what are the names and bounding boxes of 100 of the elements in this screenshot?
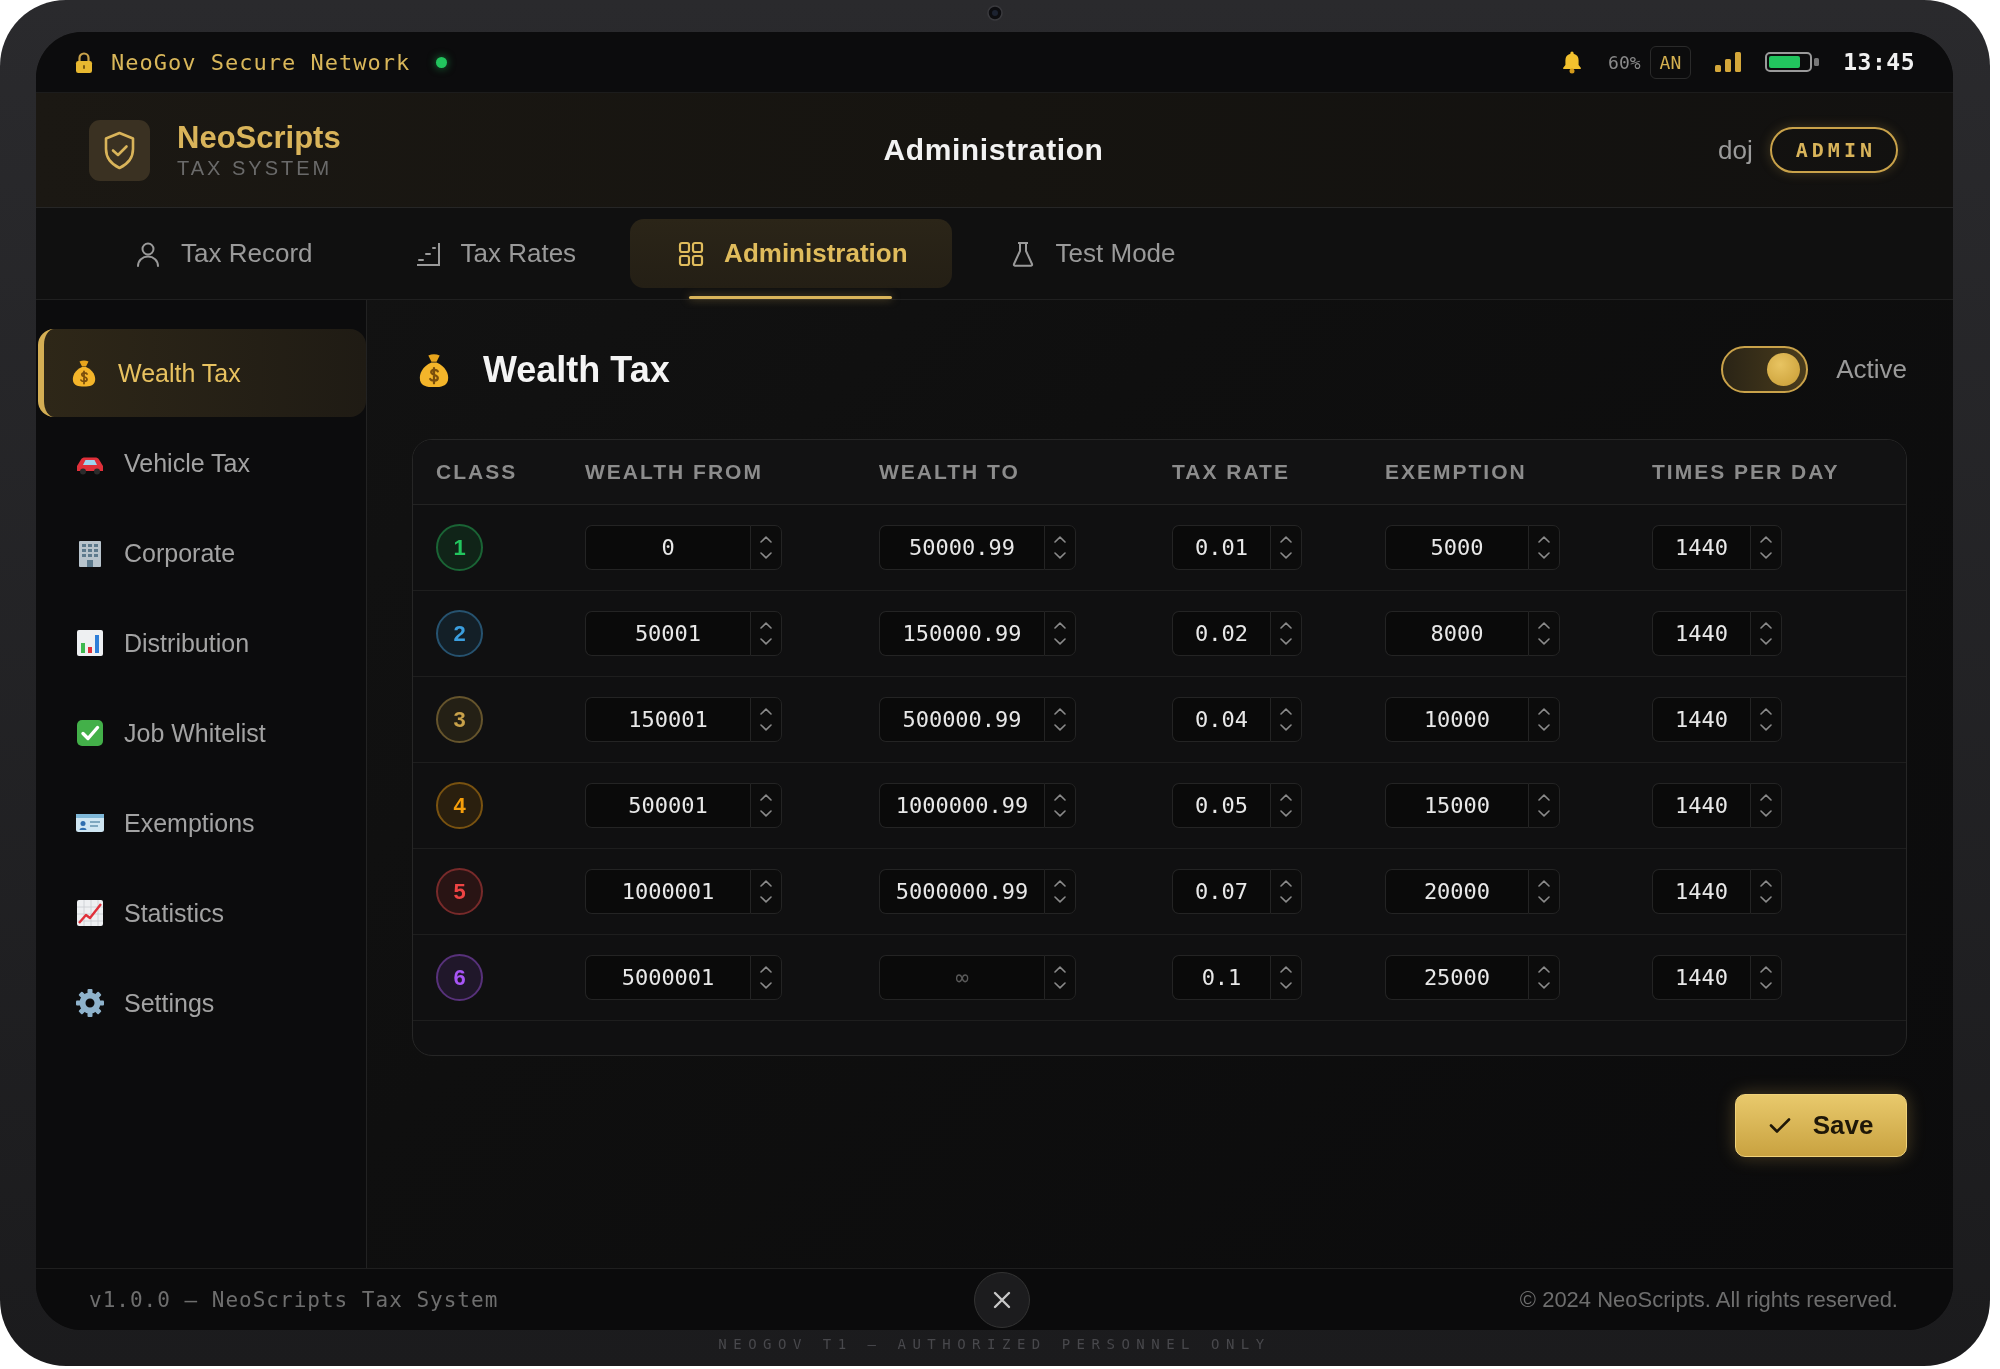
number-input[interactable]: 20000 (1385, 869, 1528, 914)
number-input[interactable]: 1440 (1652, 697, 1750, 742)
chevron-up-icon[interactable] (1054, 622, 1066, 629)
chevron-down-icon[interactable] (1054, 810, 1066, 817)
chevron-down-icon[interactable] (1760, 896, 1772, 903)
chevron-up-icon[interactable] (760, 794, 772, 801)
sidebar-item[interactable]: Settings (38, 959, 366, 1047)
number-input[interactable]: 1440 (1652, 869, 1750, 914)
number-input[interactable]: 1000001 (585, 869, 750, 914)
chevron-up-icon[interactable] (1760, 708, 1772, 715)
chevron-down-icon[interactable] (760, 724, 772, 731)
chevron-up-icon[interactable] (1760, 880, 1772, 887)
number-input[interactable]: ∞ (879, 955, 1044, 1000)
chevron-up-icon[interactable] (760, 622, 772, 629)
number-input[interactable]: 150000.99 (879, 611, 1044, 656)
chevron-up-icon[interactable] (1538, 880, 1550, 887)
chevron-down-icon[interactable] (1760, 552, 1772, 559)
chevron-down-icon[interactable] (1054, 552, 1066, 559)
sidebar-item[interactable]: Exemptions (38, 779, 366, 867)
chevron-down-icon[interactable] (1760, 982, 1772, 989)
number-input[interactable]: 0.1 (1172, 955, 1270, 1000)
number-input[interactable]: 15000 (1385, 783, 1528, 828)
chevron-down-icon[interactable] (760, 896, 772, 903)
chevron-up-icon[interactable] (1054, 880, 1066, 887)
chevron-down-icon[interactable] (760, 552, 772, 559)
chevron-up-icon[interactable] (1280, 966, 1292, 973)
chevron-up-icon[interactable] (1760, 622, 1772, 629)
chevron-down-icon[interactable] (1280, 896, 1292, 903)
chevron-down-icon[interactable] (1538, 638, 1550, 645)
nav-tab[interactable]: Test Mode (961, 219, 1220, 288)
chevron-down-icon[interactable] (1538, 552, 1550, 559)
chevron-down-icon[interactable] (1054, 896, 1066, 903)
chevron-down-icon[interactable] (1280, 638, 1292, 645)
number-input[interactable]: 5000001 (585, 955, 750, 1000)
chevron-down-icon[interactable] (1054, 982, 1066, 989)
number-input[interactable]: 1000000.99 (879, 783, 1044, 828)
chevron-down-icon[interactable] (1538, 724, 1550, 731)
chevron-up-icon[interactable] (1538, 536, 1550, 543)
save-button[interactable]: Save (1735, 1094, 1907, 1157)
sidebar-item[interactable]: Vehicle Tax (38, 419, 366, 507)
chevron-up-icon[interactable] (1054, 536, 1066, 543)
chevron-down-icon[interactable] (1280, 552, 1292, 559)
chevron-up-icon[interactable] (1280, 622, 1292, 629)
sidebar-item[interactable]: Wealth Tax (38, 329, 366, 417)
user-initials[interactable]: AN (1649, 45, 1692, 79)
chevron-down-icon[interactable] (760, 810, 772, 817)
chevron-down-icon[interactable] (1054, 638, 1066, 645)
chevron-up-icon[interactable] (1280, 880, 1292, 887)
chevron-down-icon[interactable] (1280, 810, 1292, 817)
number-input[interactable]: 150001 (585, 697, 750, 742)
sidebar-item[interactable]: Corporate (38, 509, 366, 597)
chevron-down-icon[interactable] (1538, 810, 1550, 817)
number-input[interactable]: 500000.99 (879, 697, 1044, 742)
sidebar-item[interactable]: Distribution (38, 599, 366, 687)
number-input[interactable]: 0.04 (1172, 697, 1270, 742)
number-input[interactable]: 10000 (1385, 697, 1528, 742)
chevron-up-icon[interactable] (1760, 536, 1772, 543)
number-input[interactable]: 1440 (1652, 955, 1750, 1000)
number-input[interactable]: 500001 (585, 783, 750, 828)
chevron-up-icon[interactable] (760, 536, 772, 543)
chevron-down-icon[interactable] (760, 638, 772, 645)
chevron-up-icon[interactable] (1280, 708, 1292, 715)
number-input[interactable]: 8000 (1385, 611, 1528, 656)
number-input[interactable]: 1440 (1652, 783, 1750, 828)
sidebar-item[interactable]: Job Whitelist (38, 689, 366, 777)
number-input[interactable]: 0.05 (1172, 783, 1270, 828)
chevron-down-icon[interactable] (1538, 982, 1550, 989)
chevron-up-icon[interactable] (1760, 794, 1772, 801)
chevron-down-icon[interactable] (760, 982, 772, 989)
chevron-down-icon[interactable] (1760, 724, 1772, 731)
chevron-up-icon[interactable] (1538, 794, 1550, 801)
nav-tab[interactable]: Administration (630, 219, 952, 288)
chevron-down-icon[interactable] (1538, 896, 1550, 903)
chevron-down-icon[interactable] (1280, 724, 1292, 731)
number-input[interactable]: 0.07 (1172, 869, 1270, 914)
number-input[interactable]: 0.02 (1172, 611, 1270, 656)
number-input[interactable]: 50001 (585, 611, 750, 656)
number-input[interactable]: 0.01 (1172, 525, 1270, 570)
number-input[interactable]: 50000.99 (879, 525, 1044, 570)
chevron-up-icon[interactable] (1054, 794, 1066, 801)
chevron-up-icon[interactable] (1054, 708, 1066, 715)
number-input[interactable]: 5000000.99 (879, 869, 1044, 914)
chevron-down-icon[interactable] (1280, 982, 1292, 989)
number-input[interactable]: 5000 (1385, 525, 1528, 570)
nav-tab[interactable]: Tax Rates (366, 219, 621, 288)
chevron-up-icon[interactable] (1538, 708, 1550, 715)
chevron-down-icon[interactable] (1760, 810, 1772, 817)
chevron-up-icon[interactable] (760, 708, 772, 715)
number-input[interactable]: 25000 (1385, 955, 1528, 1000)
sidebar-item[interactable]: Statistics (38, 869, 366, 957)
chevron-up-icon[interactable] (1538, 966, 1550, 973)
chevron-up-icon[interactable] (760, 966, 772, 973)
chevron-up-icon[interactable] (1280, 794, 1292, 801)
number-input[interactable]: 0 (585, 525, 750, 570)
chevron-up-icon[interactable] (1280, 536, 1292, 543)
chevron-up-icon[interactable] (1054, 966, 1066, 973)
toggle-switch[interactable] (1721, 346, 1809, 393)
number-input[interactable]: 1440 (1652, 525, 1750, 570)
chevron-down-icon[interactable] (1760, 638, 1772, 645)
chevron-up-icon[interactable] (1538, 622, 1550, 629)
